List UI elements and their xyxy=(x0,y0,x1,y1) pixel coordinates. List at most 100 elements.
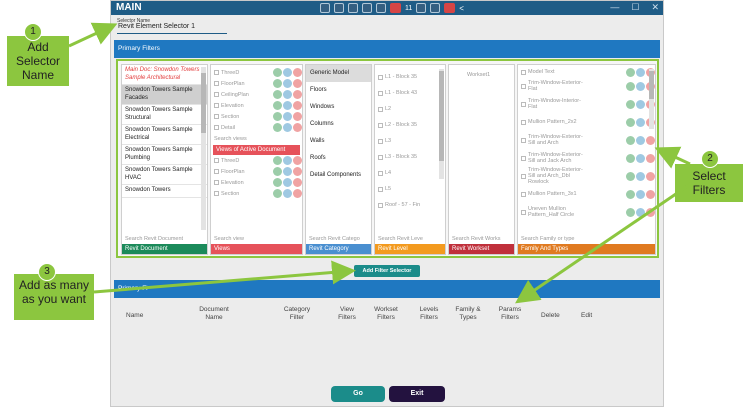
family-item[interactable]: Uneven Mullion Pattern_Half Circle xyxy=(518,203,655,221)
checkbox[interactable] xyxy=(521,173,526,179)
select-tool-icon[interactable] xyxy=(320,3,330,13)
family-item[interactable]: Trim-Window-Exterior-Flat xyxy=(518,77,655,95)
remove-toggle-icon[interactable] xyxy=(293,68,302,77)
exclude-toggle-icon[interactable] xyxy=(636,67,645,77)
include-toggle-icon[interactable] xyxy=(273,112,282,121)
exclude-toggle-icon[interactable] xyxy=(636,81,645,91)
view-type-item[interactable]: Detail xyxy=(211,122,302,133)
document-item[interactable]: Snowdon Towers Sample Facades xyxy=(122,85,207,105)
checkbox[interactable] xyxy=(378,106,383,112)
exclude-toggle-icon[interactable] xyxy=(283,101,292,110)
level-item[interactable]: L3 - Block 35 xyxy=(375,149,445,165)
category-item[interactable]: Windows xyxy=(306,99,371,116)
document-item[interactable]: Snowdon Towers Sample Structural xyxy=(122,105,207,125)
export-tool-icon[interactable] xyxy=(376,3,386,13)
checkbox[interactable] xyxy=(214,191,219,196)
views-search[interactable]: Search views xyxy=(211,133,302,145)
exclude-toggle-icon[interactable] xyxy=(283,79,292,88)
close-button[interactable]: ✕ xyxy=(651,2,659,13)
remove-toggle-icon[interactable] xyxy=(646,171,655,181)
checkbox[interactable] xyxy=(378,170,383,176)
include-toggle-icon[interactable] xyxy=(626,81,635,91)
checkbox[interactable] xyxy=(214,92,219,97)
include-toggle-icon[interactable] xyxy=(626,171,635,181)
family-item[interactable]: Trim-Window-Exterior-Sill and Arch xyxy=(518,131,655,149)
include-toggle-icon[interactable] xyxy=(626,99,635,109)
active-view-item[interactable]: ThreeD xyxy=(211,155,302,166)
help-icon[interactable] xyxy=(416,3,427,13)
category-item[interactable]: Walls xyxy=(306,133,371,150)
active-view-item[interactable]: FloorPlan xyxy=(211,166,302,177)
exclude-toggle-icon[interactable] xyxy=(283,112,292,121)
exclude-toggle-icon[interactable] xyxy=(636,153,645,163)
level-item[interactable]: L1 - Block 43 xyxy=(375,85,445,101)
remove-toggle-icon[interactable] xyxy=(646,135,655,145)
checkbox[interactable] xyxy=(214,180,219,185)
exclude-toggle-icon[interactable] xyxy=(636,135,645,145)
family-item[interactable]: Trim-Window-Exterior-Sill and Jack Arch xyxy=(518,149,655,167)
document-search[interactable]: Search Revit Document xyxy=(125,236,183,242)
family-item[interactable]: Trim-Window-Interior-Flat xyxy=(518,95,655,113)
collapse-chevron-icon[interactable]: < xyxy=(459,4,464,13)
checkbox[interactable] xyxy=(521,209,526,215)
active-view-item[interactable]: Elevation xyxy=(211,177,302,188)
remove-toggle-icon[interactable] xyxy=(646,153,655,163)
views-search-2[interactable]: Search view xyxy=(214,236,244,242)
category-item[interactable]: Generic Model xyxy=(306,65,371,82)
remove-toggle-icon[interactable] xyxy=(293,90,302,99)
level-item[interactable]: L5 xyxy=(375,181,445,197)
document-item[interactable]: Snowdon Towers xyxy=(122,185,207,198)
family-scrollbar[interactable] xyxy=(649,69,654,129)
checkbox[interactable] xyxy=(521,191,526,197)
document-item[interactable]: Snowdon Towers Sample Plumbing xyxy=(122,145,207,165)
include-toggle-icon[interactable] xyxy=(273,68,282,77)
include-toggle-icon[interactable] xyxy=(626,153,635,163)
filter-tool-icon[interactable] xyxy=(334,3,344,13)
include-toggle-icon[interactable] xyxy=(626,207,635,217)
family-item[interactable]: Model Text xyxy=(518,67,655,77)
remove-toggle-icon[interactable] xyxy=(646,189,655,199)
document-item[interactable]: Snowdon Towers Sample HVAC xyxy=(122,165,207,185)
category-item[interactable]: Detail Components xyxy=(306,167,371,184)
exclude-toggle-icon[interactable] xyxy=(283,156,292,165)
view-type-item[interactable]: FloorPlan xyxy=(211,78,302,89)
document-scrollbar[interactable] xyxy=(201,67,206,230)
family-search[interactable]: Search Family or type xyxy=(521,236,575,242)
include-toggle-icon[interactable] xyxy=(273,156,282,165)
checkbox[interactable] xyxy=(378,122,383,128)
checkbox[interactable] xyxy=(378,202,383,208)
level-item[interactable]: Roof - 57 - Fin xyxy=(375,197,445,213)
minimize-button[interactable]: — xyxy=(610,2,619,13)
include-toggle-icon[interactable] xyxy=(273,123,282,132)
include-toggle-icon[interactable] xyxy=(626,117,635,127)
level-item[interactable]: L2 xyxy=(375,101,445,117)
remove-toggle-icon[interactable] xyxy=(293,112,302,121)
checkbox[interactable] xyxy=(521,101,526,107)
workset-search[interactable]: Search Revit Works xyxy=(452,236,501,242)
include-toggle-icon[interactable] xyxy=(273,178,282,187)
exclude-toggle-icon[interactable] xyxy=(283,68,292,77)
remove-toggle-icon[interactable] xyxy=(293,123,302,132)
exclude-toggle-icon[interactable] xyxy=(283,123,292,132)
exclude-toggle-icon[interactable] xyxy=(636,189,645,199)
exit-button[interactable]: Exit xyxy=(389,386,445,402)
document-item[interactable]: Snowdon Towers Sample Electrical xyxy=(122,125,207,145)
level-item[interactable]: L2 - Block 35 xyxy=(375,117,445,133)
checkbox[interactable] xyxy=(521,83,526,89)
checkbox[interactable] xyxy=(214,114,219,119)
exclude-toggle-icon[interactable] xyxy=(636,99,645,109)
exclude-toggle-icon[interactable] xyxy=(283,90,292,99)
workset-item[interactable]: Workset1 xyxy=(449,69,514,80)
category-item[interactable]: Floors xyxy=(306,82,371,99)
family-item[interactable]: Mullion Pattern_3x1 xyxy=(518,185,655,203)
category-item[interactable]: Columns xyxy=(306,116,371,133)
category-item[interactable]: Roofs xyxy=(306,150,371,167)
stop-icon[interactable] xyxy=(444,3,456,13)
maximize-button[interactable]: ☐ xyxy=(631,2,639,13)
settings-tool-icon[interactable] xyxy=(362,3,372,13)
family-item[interactable]: Mullion Pattern_2x2 xyxy=(518,113,655,131)
go-button[interactable]: Go xyxy=(331,386,385,402)
exclude-toggle-icon[interactable] xyxy=(636,207,645,217)
count-badge-icon[interactable] xyxy=(390,3,401,13)
include-toggle-icon[interactable] xyxy=(626,67,635,77)
